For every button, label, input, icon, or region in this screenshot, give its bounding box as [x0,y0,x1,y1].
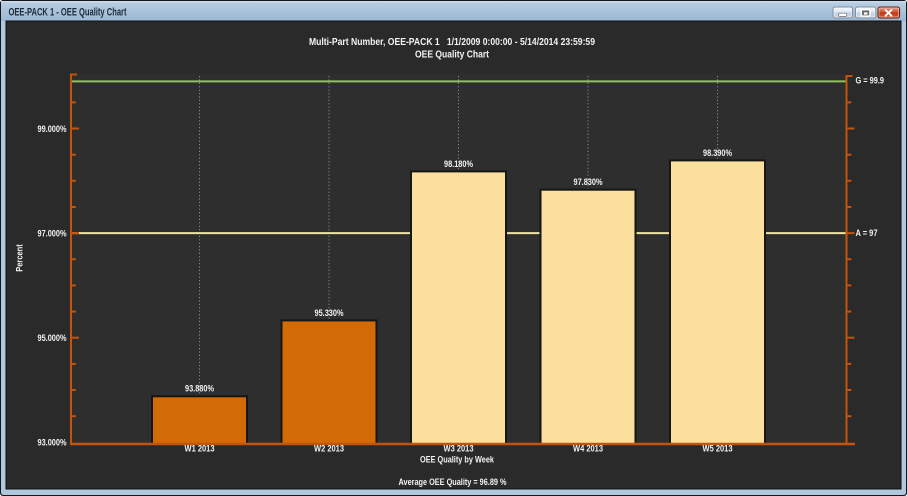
svg-text:W2 2013: W2 2013 [314,444,344,454]
svg-text:97.830%: 97.830% [574,177,603,187]
svg-text:95.000%: 95.000% [38,333,67,343]
svg-text:OEE Quality Chart: OEE Quality Chart [415,50,490,61]
svg-text:W3 2013: W3 2013 [444,444,474,454]
svg-text:98.180%: 98.180% [444,159,473,169]
svg-text:Percent: Percent [14,244,25,272]
svg-text:W1 2013: W1 2013 [185,444,215,454]
svg-text:93.880%: 93.880% [185,384,214,394]
svg-text:A = 97: A = 97 [856,228,878,238]
svg-text:G = 99.9: G = 99.9 [856,76,885,86]
svg-text:OEE-PACK 1 - OEE Quality Chart: OEE-PACK 1 - OEE Quality Chart [9,6,127,18]
svg-text:OEE Quality by Week: OEE Quality by Week [420,454,495,465]
svg-text:W4 2013: W4 2013 [573,444,603,454]
svg-text:95.330%: 95.330% [315,308,344,318]
svg-text:93.000%: 93.000% [38,438,67,448]
svg-text:Multi-Part Number, OEE-PACK 1: Multi-Part Number, OEE-PACK 1 1/1/2009 0… [309,37,595,48]
svg-text:99.000%: 99.000% [38,124,67,134]
svg-text:98.390%: 98.390% [703,148,732,158]
svg-text:97.000%: 97.000% [38,228,67,238]
svg-text:Average OEE Quality = 96.89 %: Average OEE Quality = 96.89 % [399,477,507,488]
svg-text:W5 2013: W5 2013 [703,444,733,454]
